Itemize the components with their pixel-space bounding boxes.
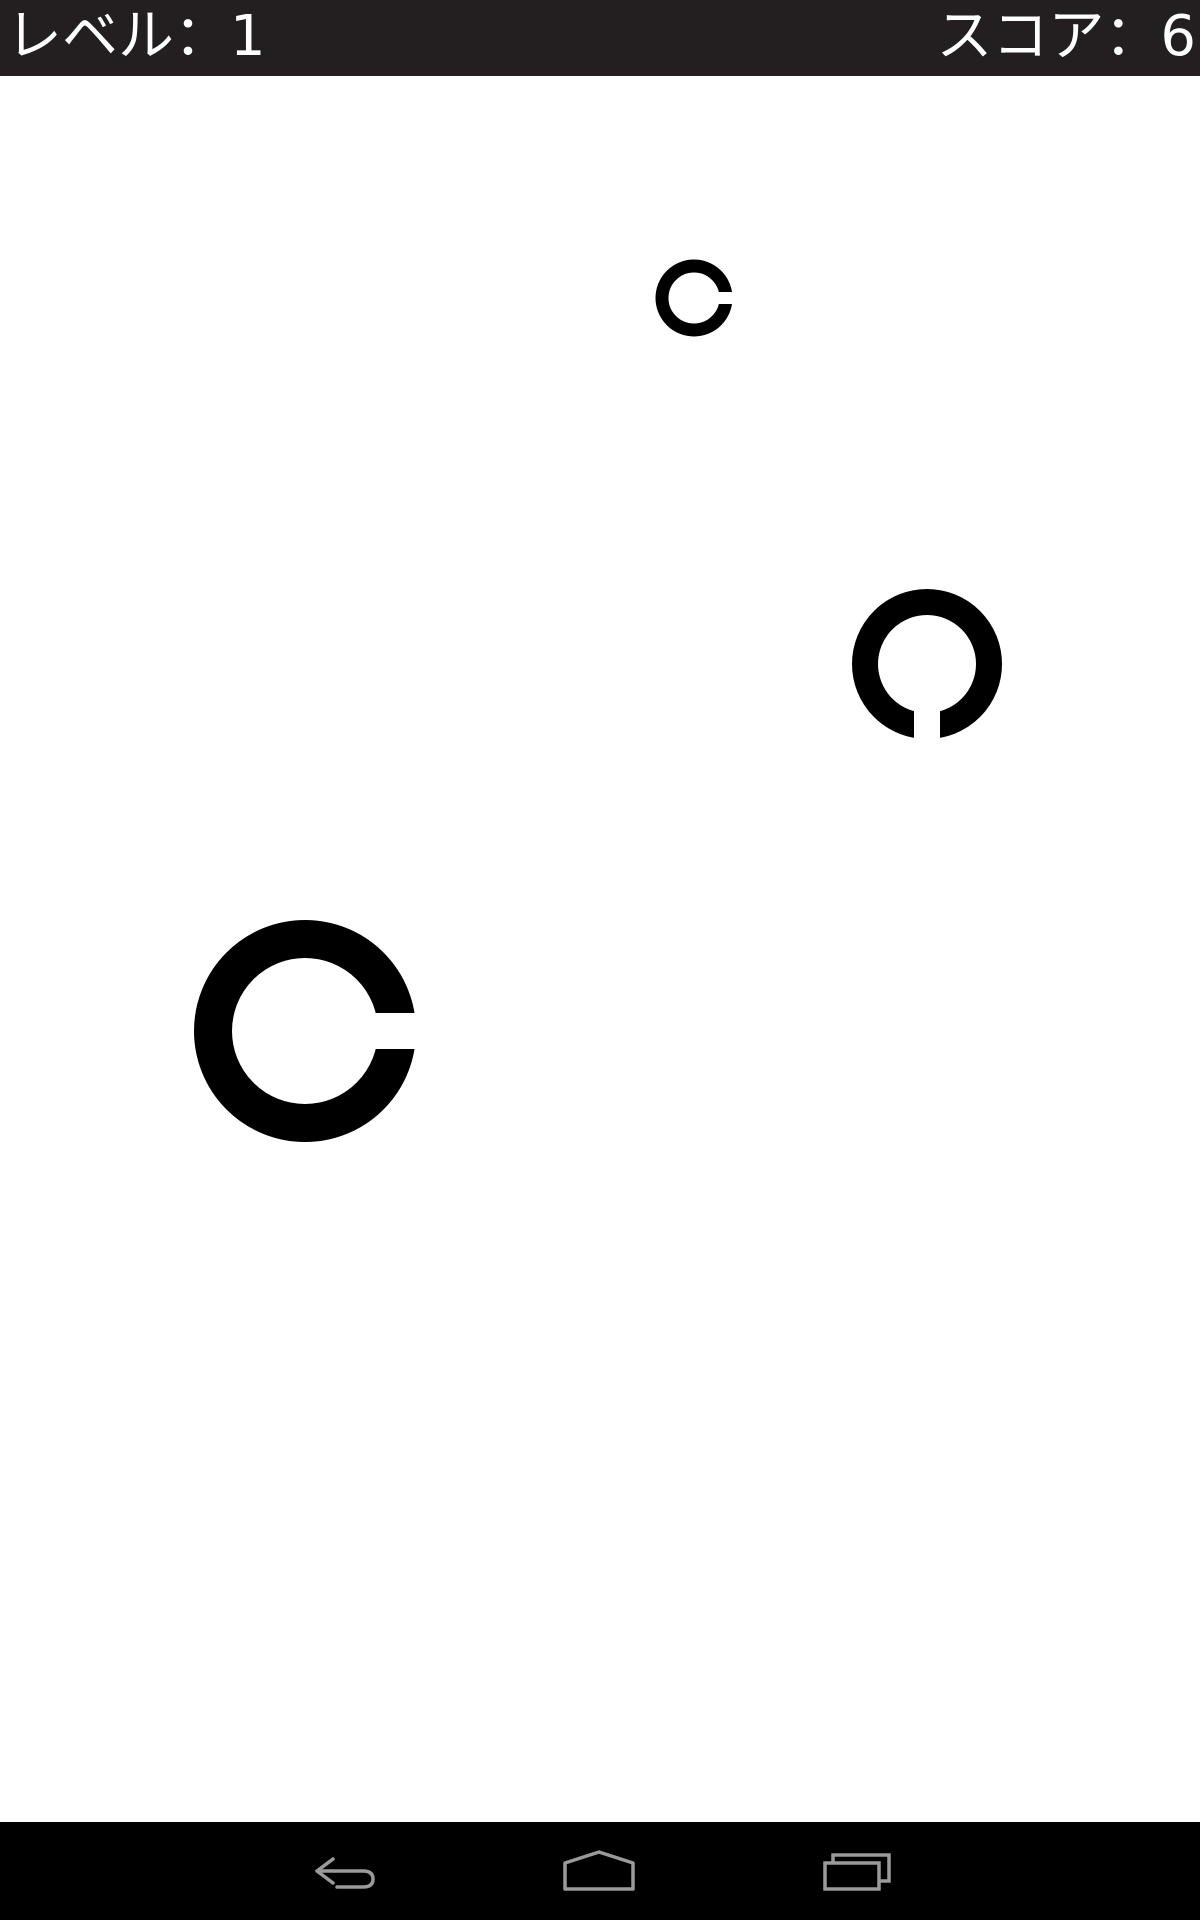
level-indicator: レベル：1 xyxy=(6,4,266,69)
score-indicator: スコア：6 xyxy=(936,4,1196,69)
recent-apps-icon xyxy=(823,1853,891,1891)
back-button[interactable] xyxy=(283,1836,403,1906)
recent-apps-button[interactable] xyxy=(797,1836,917,1906)
navigation-bar xyxy=(0,1822,1200,1920)
landolt-ring-medium[interactable] xyxy=(852,586,1002,742)
landolt-ring-small[interactable] xyxy=(654,258,734,338)
landolt-ring-large[interactable] xyxy=(190,916,420,1146)
status-bar: レベル：1 スコア：6 xyxy=(0,0,1200,76)
home-button[interactable] xyxy=(539,1836,659,1906)
home-icon xyxy=(563,1850,635,1891)
play-area[interactable] xyxy=(0,76,1200,1822)
back-icon xyxy=(315,1857,375,1889)
game-screen: レベル：1 スコア：6 xyxy=(0,0,1200,1920)
